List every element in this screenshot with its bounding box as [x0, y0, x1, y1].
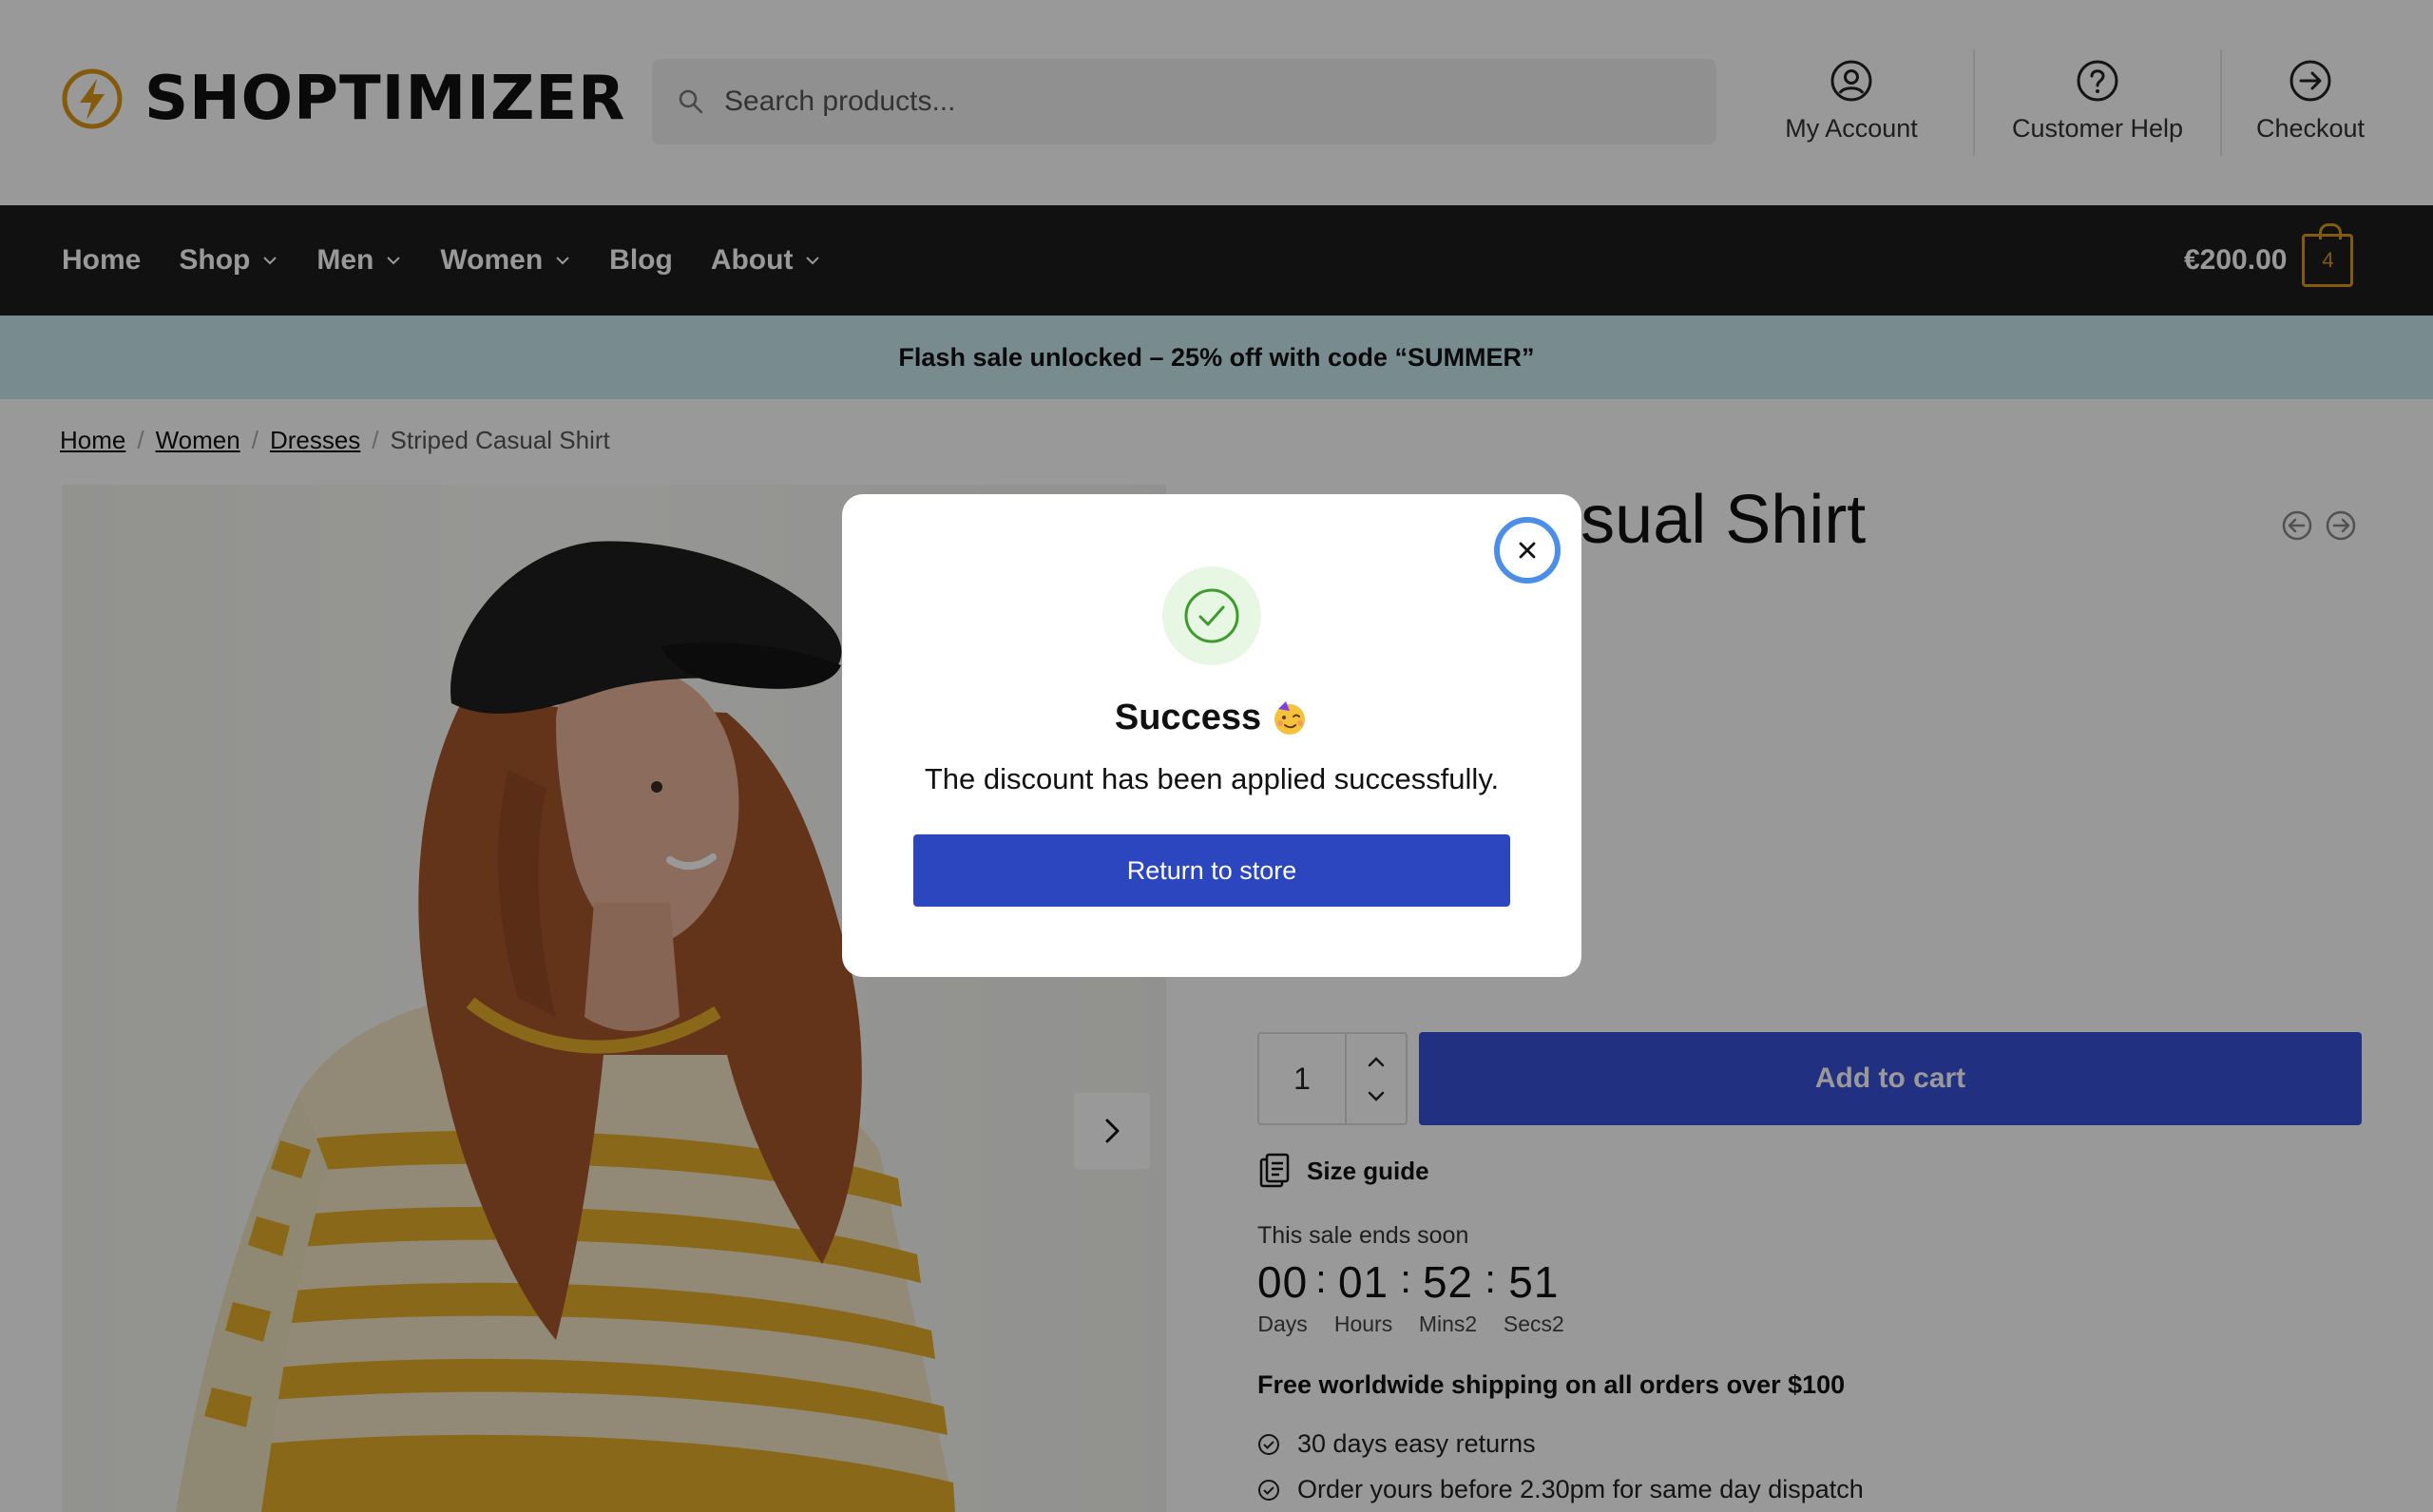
- modal-close-button[interactable]: [1494, 517, 1561, 584]
- check-circle-icon: [1184, 588, 1239, 643]
- success-badge: [1162, 566, 1261, 665]
- close-icon: [1519, 542, 1536, 559]
- party-face-emoji-icon: [1274, 700, 1306, 735]
- success-modal: Success The discount has been applied su…: [842, 494, 1581, 977]
- modal-title-text: Success: [1114, 698, 1262, 737]
- modal-message: The discount has been applied successful…: [924, 762, 1500, 795]
- modal-title: Success: [842, 698, 1581, 738]
- return-to-store-button[interactable]: Return to store: [913, 834, 1510, 907]
